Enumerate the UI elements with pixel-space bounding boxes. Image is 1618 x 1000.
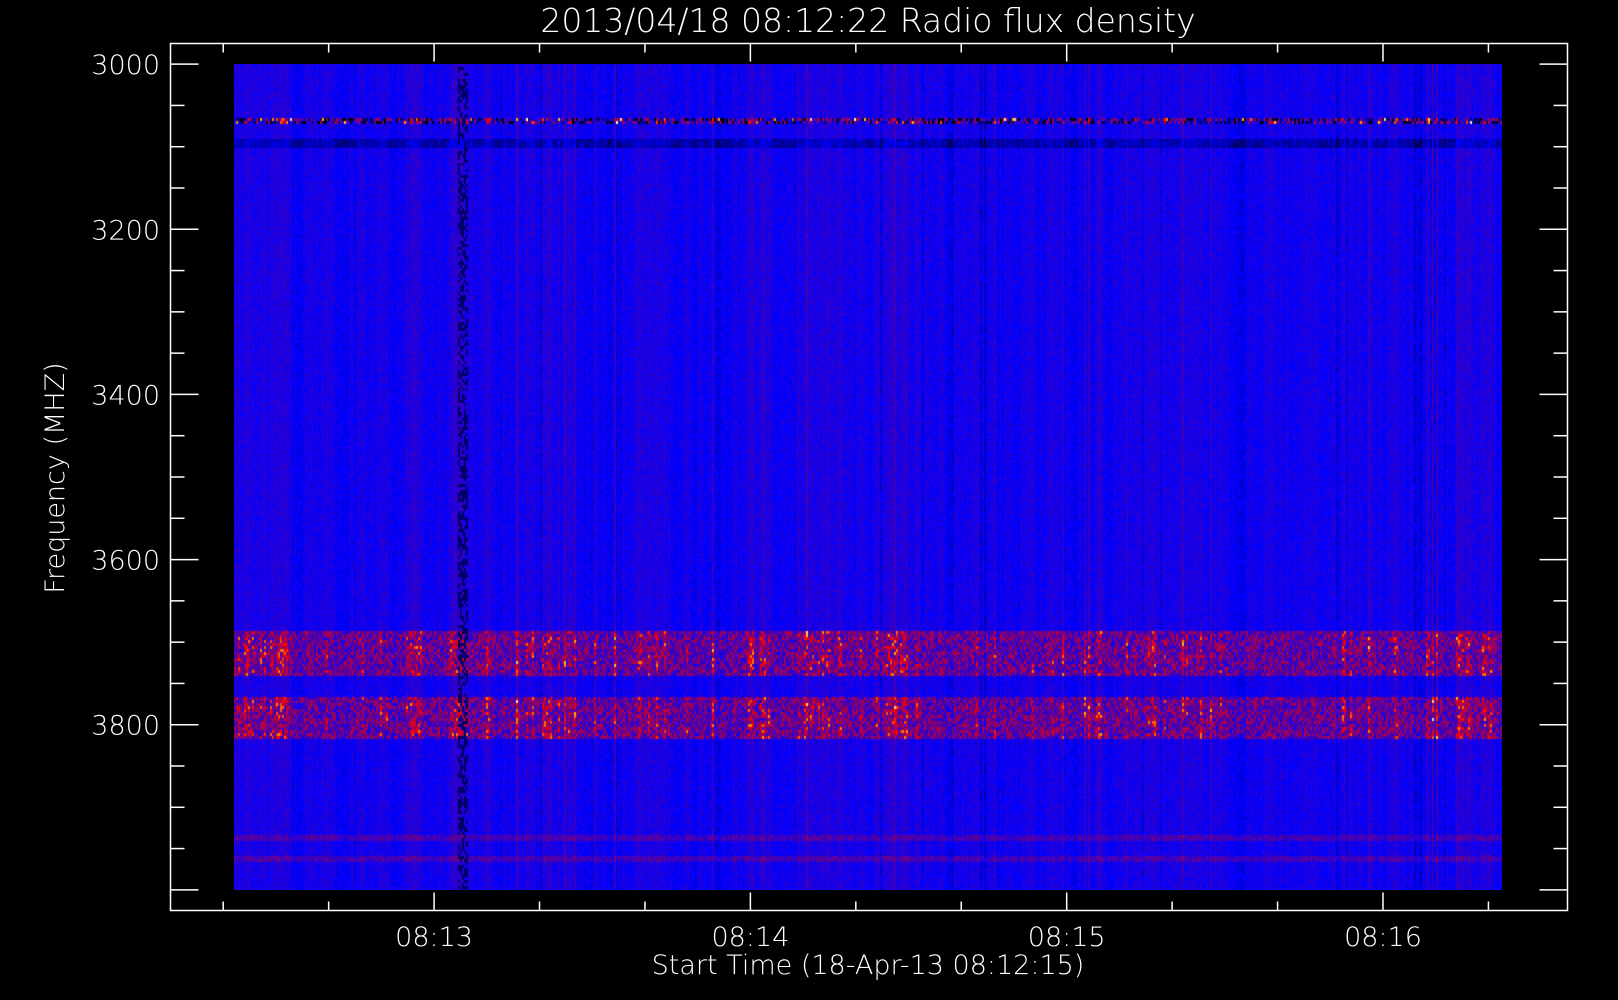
spectrogram-image: [234, 64, 1502, 890]
x-tick-label: 08:16: [1344, 922, 1422, 953]
y-tick-label: 3000: [91, 50, 160, 81]
chart-title: 2013/04/18 08:12:22 Radio flux density: [540, 1, 1195, 40]
y-tick-label: 3400: [91, 380, 160, 411]
y-tick-label: 3600: [91, 546, 160, 577]
y-tick-label: 3200: [91, 215, 160, 246]
y-axis-label: Frequency (MHZ): [40, 362, 71, 593]
x-tick-label: 08:13: [395, 922, 473, 953]
x-tick-label: 08:14: [711, 922, 789, 953]
x-axis-label: Start Time (18-Apr-13 08:12:15): [652, 950, 1085, 981]
y-tick-label: 3800: [91, 711, 160, 742]
x-tick-label: 08:15: [1028, 922, 1106, 953]
